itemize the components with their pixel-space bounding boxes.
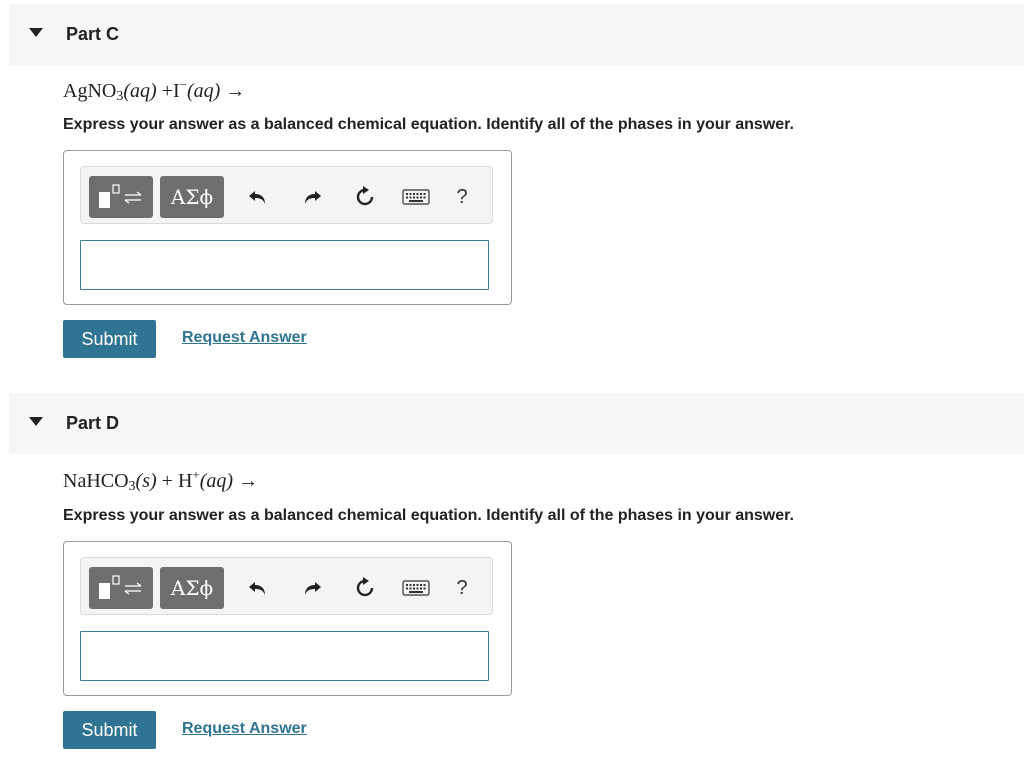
reactant-formula: I: [172, 80, 180, 102]
reactant-formula: NaHCO: [63, 470, 129, 492]
phase-label: (aq): [186, 80, 221, 102]
part-d-header[interactable]: Part D: [9, 393, 1024, 454]
answer-box: ΑΣϕ ?: [63, 150, 512, 305]
chevron-down-icon[interactable]: [29, 417, 43, 426]
part-title: Part D: [66, 413, 120, 433]
request-answer-link[interactable]: Request Answer: [182, 329, 307, 347]
reactant-formula: H: [177, 470, 193, 492]
phase-label: (aq): [123, 80, 157, 102]
keyboard-icon[interactable]: [399, 182, 433, 212]
greek-symbols-button[interactable]: ΑΣϕ: [160, 567, 224, 609]
template-icon: [99, 184, 142, 208]
reactant-formula: AgNO: [63, 80, 117, 102]
undo-icon[interactable]: [243, 573, 273, 603]
plus-sign: +: [161, 80, 173, 102]
answer-input[interactable]: [80, 240, 489, 290]
reaction-arrow: →: [225, 80, 246, 102]
phase-label: (aq): [199, 470, 234, 492]
phase-label: (s): [135, 470, 157, 492]
undo-icon[interactable]: [243, 182, 273, 212]
submit-button[interactable]: Submit: [63, 320, 156, 358]
template-button[interactable]: [89, 567, 153, 609]
answer-box: ΑΣϕ ?: [63, 541, 512, 696]
help-icon[interactable]: ?: [447, 182, 477, 212]
instruction-text: Express your answer as a balanced chemic…: [63, 116, 794, 133]
submit-button[interactable]: Submit: [63, 711, 156, 749]
redo-icon[interactable]: [297, 182, 327, 212]
reset-icon[interactable]: [350, 573, 380, 603]
template-icon: [99, 575, 142, 599]
reset-icon[interactable]: [350, 182, 380, 212]
formula-subscript: 3: [128, 479, 136, 494]
charge-superscript: −: [179, 77, 187, 92]
answer-input[interactable]: [80, 631, 489, 681]
keyboard-icon[interactable]: [399, 573, 433, 603]
reaction-arrow: →: [238, 470, 259, 492]
charge-superscript: +: [192, 467, 200, 482]
chemical-equation: AgNO3(aq) +I−(aq) →: [63, 77, 245, 105]
chemical-equation: NaHCO3(s) + H+(aq) →: [63, 467, 258, 495]
part-c-header[interactable]: Part C: [9, 4, 1024, 65]
chevron-down-icon[interactable]: [29, 28, 43, 37]
redo-icon[interactable]: [297, 573, 327, 603]
template-button[interactable]: [89, 176, 153, 218]
part-title: Part C: [66, 24, 120, 44]
greek-symbols-button[interactable]: ΑΣϕ: [160, 176, 224, 218]
request-answer-link[interactable]: Request Answer: [182, 720, 307, 738]
math-toolbar: ΑΣϕ ?: [80, 557, 493, 615]
help-icon[interactable]: ?: [447, 573, 477, 603]
instruction-text: Express your answer as a balanced chemic…: [63, 507, 794, 524]
plus-sign: +: [161, 470, 173, 492]
math-toolbar: ΑΣϕ ?: [80, 166, 493, 224]
